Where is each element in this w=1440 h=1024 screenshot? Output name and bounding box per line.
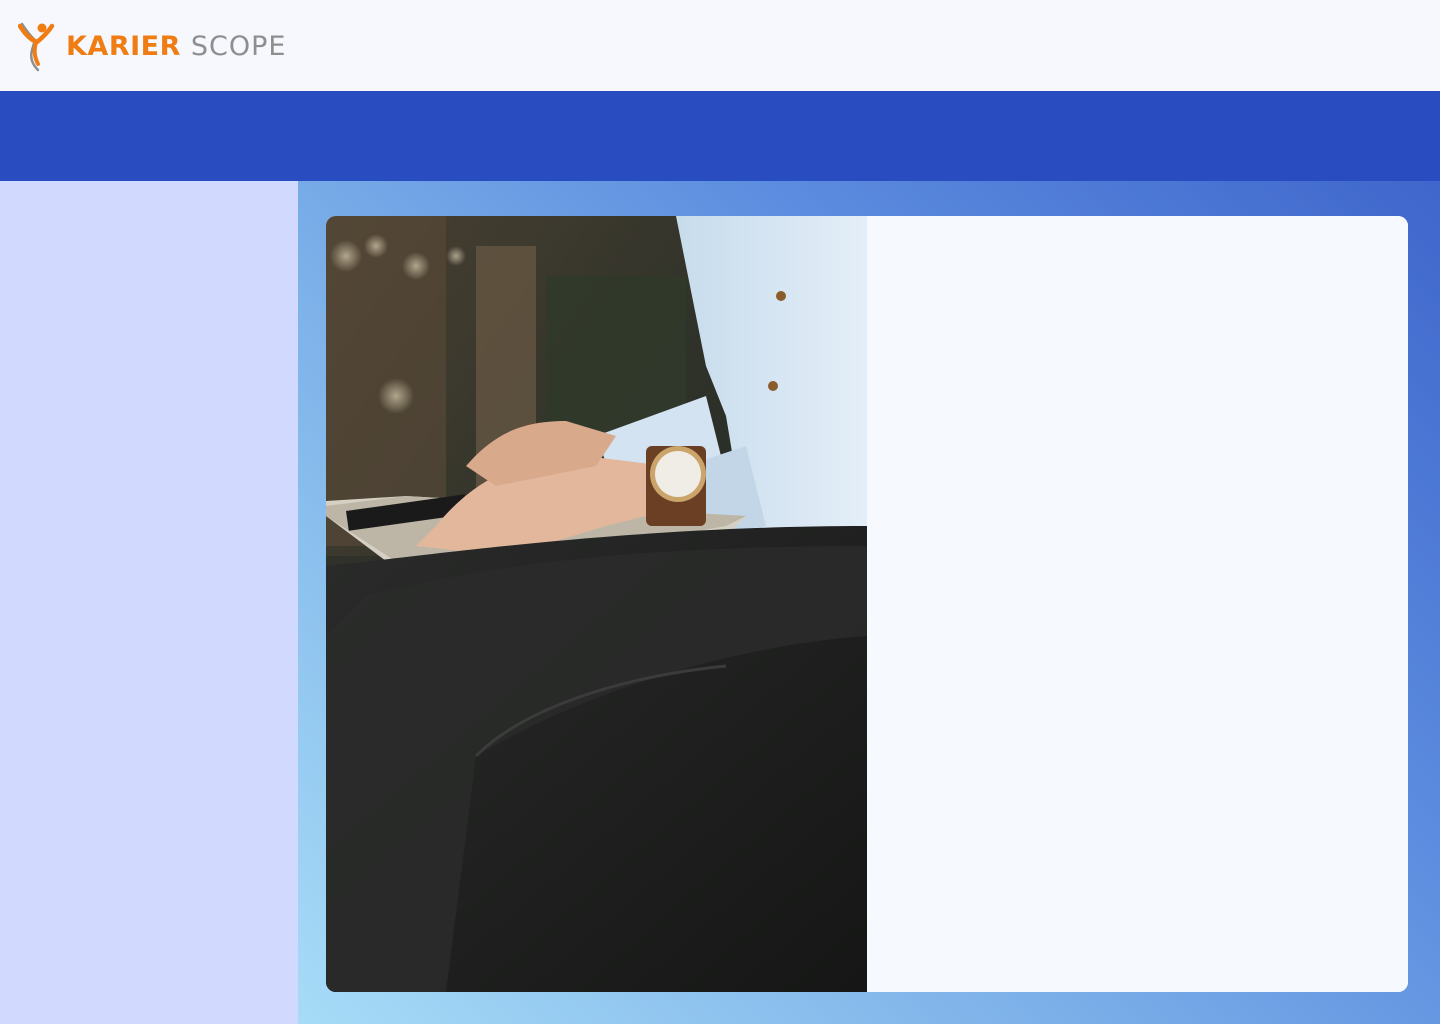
form-panel <box>867 216 1408 992</box>
brand-logo[interactable]: KARIER SCOPE <box>18 20 286 72</box>
brand-name-primary: KARIER <box>66 30 181 62</box>
sidebar <box>0 181 298 1024</box>
laptop-person-photo <box>326 216 867 992</box>
content-card <box>326 216 1408 992</box>
top-header: KARIER SCOPE <box>0 0 1440 91</box>
photo-illustration <box>326 216 867 992</box>
brand-name-secondary: SCOPE <box>190 30 287 62</box>
hero-banner <box>0 91 1440 181</box>
brand-wordmark: KARIER SCOPE <box>66 33 286 60</box>
person-leap-icon <box>18 22 55 72</box>
main-content <box>298 181 1440 1024</box>
